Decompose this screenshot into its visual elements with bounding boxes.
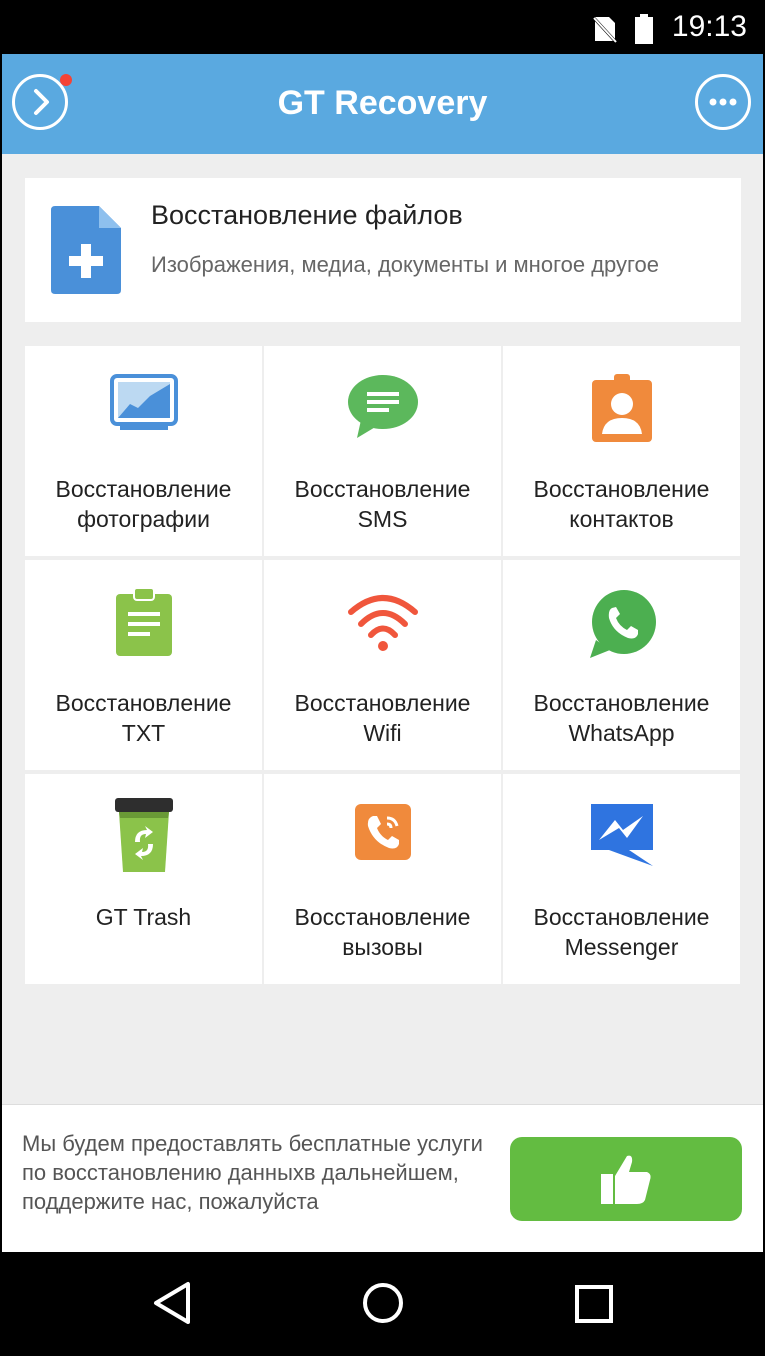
tile-contacts-recovery[interactable]: Восстановление контактов	[503, 346, 740, 556]
wifi-icon	[347, 595, 418, 651]
tile-label: Восстановление фотографии	[55, 476, 232, 532]
tile-label: Восстановление WhatsApp	[533, 690, 710, 746]
tile-photo-recovery[interactable]: Восстановление фотографии	[25, 346, 262, 556]
whatsapp-icon	[589, 590, 656, 658]
tile-label: Восстановление TXT	[55, 690, 232, 746]
app-bar: GT Recovery	[2, 54, 763, 154]
tile-txt-recovery[interactable]: Восстановление TXT	[25, 560, 262, 770]
battery-icon	[635, 14, 653, 44]
tile-gt-trash[interactable]: GT Trash	[25, 774, 262, 984]
thumbs-up-icon	[601, 1155, 651, 1204]
tile-label: Восстановление Messenger	[533, 904, 710, 960]
status-bar: 19:13	[0, 0, 765, 54]
tile-whatsapp-recovery[interactable]: Восстановление WhatsApp	[503, 560, 740, 770]
app-screen: GT Recovery Восстановление файлов Изобра…	[2, 54, 763, 1252]
tile-label: Восстановление Wifi	[294, 690, 471, 746]
tile-label: GT Trash	[95, 904, 192, 930]
trash-icon	[114, 798, 173, 872]
contact-icon	[591, 374, 652, 442]
more-button[interactable]	[695, 74, 751, 130]
tile-label: Восстановление контактов	[533, 476, 710, 532]
file-recovery-title: Восстановление файлов	[151, 200, 463, 230]
file-add-icon	[51, 206, 121, 294]
status-icons	[591, 14, 653, 44]
no-sim-icon	[591, 15, 617, 43]
file-recovery-subtitle: Изображения, медиа, документы и многое д…	[151, 252, 660, 277]
status-time: 19:13	[671, 10, 747, 43]
back-nav-icon[interactable]	[152, 1280, 192, 1326]
tile-calls-recovery[interactable]: Восстановление вызовы	[264, 774, 501, 984]
tile-label: Восстановление вызовы	[294, 904, 471, 960]
tile-label: Восстановление SMS	[294, 476, 471, 532]
txt-icon	[115, 588, 172, 656]
photo-icon	[109, 374, 178, 430]
tile-sms-recovery[interactable]: Восстановление SMS	[264, 346, 501, 556]
tile-wifi-recovery[interactable]: Восстановление Wifi	[264, 560, 501, 770]
support-text: Мы будем предоставлять бесплатные услуги…	[22, 1131, 483, 1214]
recents-nav-icon[interactable]	[574, 1284, 614, 1324]
more-horizontal-icon	[709, 98, 737, 106]
app-title: GT Recovery	[277, 84, 488, 122]
navigation-bar	[0, 1252, 765, 1356]
messenger-icon	[590, 804, 653, 866]
file-recovery-card[interactable]: Восстановление файлов Изображения, медиа…	[25, 178, 741, 322]
tile-messenger-recovery[interactable]: Восстановление Messenger	[503, 774, 740, 984]
sms-icon	[347, 375, 418, 438]
home-nav-icon[interactable]	[360, 1280, 406, 1326]
support-footer: Мы будем предоставлять бесплатные услуги…	[2, 1104, 763, 1252]
call-icon	[354, 804, 411, 860]
like-button[interactable]	[510, 1137, 742, 1221]
